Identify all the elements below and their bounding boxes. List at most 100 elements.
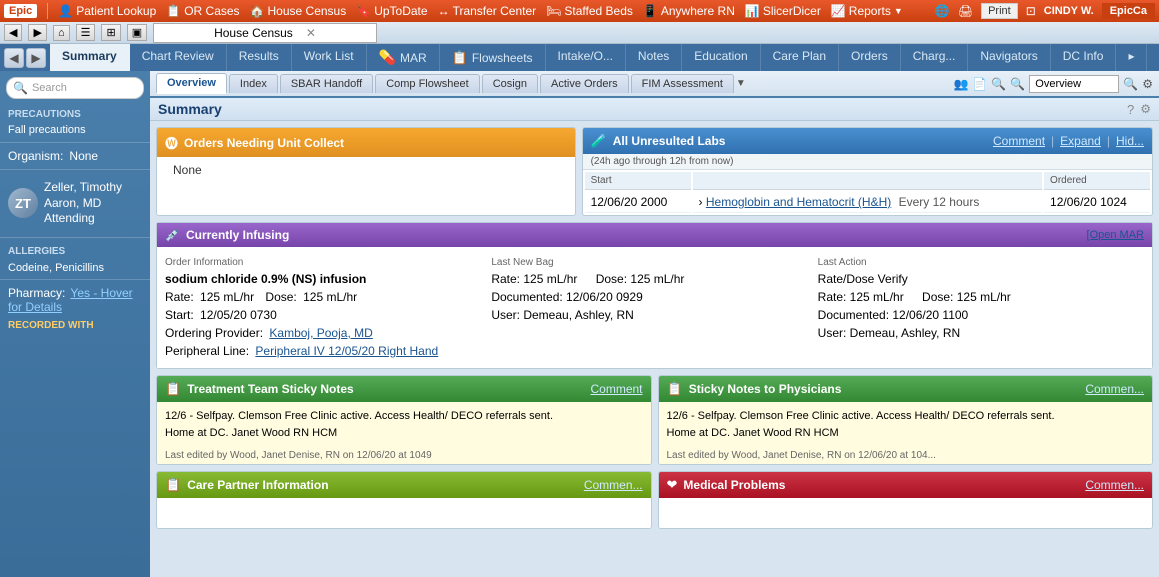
help-icon[interactable]: ? <box>1127 102 1134 117</box>
labs-table: Start Ordered 12/06/20 2000 › Hemoglobin… <box>583 170 1152 215</box>
physician-icon: 📋 <box>667 381 683 397</box>
subtab-sbar[interactable]: SBAR Handoff <box>280 74 373 93</box>
labs-test-link[interactable]: Hemoglobin and Hematocrit (H&H) <box>706 195 891 209</box>
view-search-input[interactable] <box>1029 75 1119 93</box>
nav-reports[interactable]: 📈 Reports ▼ <box>831 4 903 18</box>
subtab-fim[interactable]: FIM Assessment <box>631 74 734 93</box>
subtab-comp-flowsheet[interactable]: Comp Flowsheet <box>375 74 480 93</box>
tab-more[interactable]: ▸ <box>1116 44 1147 71</box>
second-toolbar: ◀ ▶ ⌂ ☰ ⊞ ▣ House Census ✕ <box>0 22 1159 44</box>
last-action-type: Rate/Dose Verify <box>818 270 1134 288</box>
close-tab-icon[interactable]: ✕ <box>306 26 316 40</box>
tab-flowsheets[interactable]: 📋Flowsheets <box>440 44 546 71</box>
labs-comment-link[interactable]: Comment <box>993 134 1045 148</box>
tab-back-arrow[interactable]: ◀ <box>4 48 24 68</box>
divider-1 <box>0 142 150 143</box>
tab-summary[interactable]: Summary <box>50 44 130 71</box>
window-button[interactable]: ▣ <box>127 24 147 41</box>
physician-comment-link[interactable]: Commen... <box>1085 382 1144 396</box>
orders-unit-collect-card: 🅦 Orders Needing Unit Collect None <box>156 127 576 216</box>
forward-button[interactable]: ▶ <box>28 24 46 41</box>
tab-nav-arrows: ◀ ▶ <box>0 44 50 71</box>
care-partner-header: 📋 Care Partner Information Commen... <box>157 472 651 498</box>
labs-card: 🧪 All Unresulted Labs Comment | Expand |… <box>582 127 1153 216</box>
transfer-icon: ↔ <box>438 4 450 18</box>
labs-hide-link[interactable]: Hid... <box>1116 134 1144 148</box>
search-icon: 🔍 <box>13 81 28 95</box>
rate-dose-row: Rate: 125 mL/hr Dose: 125 mL/hr <box>165 288 481 306</box>
tab-mar[interactable]: 💊MAR <box>367 44 440 71</box>
tab-results[interactable]: Results <box>227 44 292 71</box>
subtab-overview[interactable]: Overview <box>156 73 227 94</box>
people-icon: 👥 <box>953 77 968 91</box>
pharmacy-row: Pharmacy: Yes - Hover for Details <box>0 284 150 316</box>
sidebar: 🔍 Search PRECAUTIONS Fall precautions Or… <box>0 71 150 577</box>
patient-tab[interactable]: House Census ✕ <box>153 23 377 43</box>
tab-dc-info[interactable]: DC Info <box>1051 44 1117 71</box>
subtab-cosign[interactable]: Cosign <box>482 74 538 93</box>
nav-transfer-center[interactable]: ↔ Transfer Center <box>438 4 537 18</box>
medical-problems-body <box>659 498 1153 528</box>
epic-logo[interactable]: Epic <box>4 4 37 18</box>
last-bag-documented: Documented: 12/06/20 0929 <box>491 288 807 306</box>
last-bag-user: User: Demeau, Ashley, RN <box>491 306 807 324</box>
provider-link[interactable]: Kamboj, Pooja, MD <box>269 326 372 340</box>
labs-card-header: 🧪 All Unresulted Labs Comment | Expand |… <box>583 128 1152 154</box>
open-mar-link[interactable]: [Open MAR <box>1087 229 1144 241</box>
subtab-index[interactable]: Index <box>229 74 278 93</box>
orders-card-title: Orders Needing Unit Collect <box>184 136 344 150</box>
house-icon: 🏠 <box>250 4 265 18</box>
medical-problems-comment-link[interactable]: Commen... <box>1085 478 1144 492</box>
labs-expand-link[interactable]: Expand <box>1060 134 1101 148</box>
view-search-button[interactable]: 🔍 <box>1123 77 1138 91</box>
care-partner-comment-link[interactable]: Commen... <box>584 478 643 492</box>
page-title-bar: Summary ? ⚙ <box>150 98 1159 121</box>
search-placeholder: Search <box>32 82 67 94</box>
nav-staffed-beds[interactable]: 🛏 Staffed Beds <box>546 4 633 18</box>
nav-anywhere-rn[interactable]: 📱 Anywhere RN <box>643 4 735 18</box>
nav-patient-lookup[interactable]: 👤 Patient Lookup <box>58 4 156 18</box>
line-row: Peripheral Line: Peripheral IV 12/05/20 … <box>165 342 481 360</box>
labs-table-row: 12/06/20 2000 › Hemoglobin and Hematocri… <box>585 192 1150 213</box>
medical-problems-icon: ❤ <box>667 477 678 493</box>
sticky-notes-row: 📋 Treatment Team Sticky Notes Comment 12… <box>156 375 1153 465</box>
nav-uptodate[interactable]: 🔖 UpToDate <box>356 4 427 18</box>
precautions-label: PRECAUTIONS <box>0 105 150 122</box>
last-action-rate-dose: Rate: 125 mL/hr Dose: 125 mL/hr <box>818 288 1134 306</box>
settings-icon[interactable]: ⚙ <box>1142 77 1153 91</box>
fim-dropdown-icon[interactable]: ▼ <box>736 78 746 89</box>
bookmark-icon: 🔖 <box>356 4 371 18</box>
tab-education[interactable]: Education <box>682 44 760 71</box>
tab-forward-arrow[interactable]: ▶ <box>26 48 46 68</box>
tab-orders[interactable]: Orders <box>839 44 901 71</box>
grid-button[interactable]: ⊞ <box>101 24 120 41</box>
list-button[interactable]: ☰ <box>76 24 96 41</box>
print-button[interactable]: Print <box>981 3 1018 19</box>
title-bar-actions: ? ⚙ <box>1127 102 1151 117</box>
tab-chart-review[interactable]: Chart Review <box>130 44 227 71</box>
care-partner-icon: 📋 <box>165 477 181 493</box>
home-button[interactable]: ⌂ <box>53 25 70 41</box>
back-button[interactable]: ◀ <box>4 24 22 41</box>
physician-sticky-body: 12/6 - Selfpay. Clemson Free Clinic acti… <box>659 402 1153 447</box>
tab-navigators[interactable]: Navigators <box>968 44 1050 71</box>
care-partner-card: 📋 Care Partner Information Commen... <box>156 471 652 529</box>
nav-or-cases[interactable]: 📋 OR Cases <box>166 4 239 18</box>
subtab-active-orders[interactable]: Active Orders <box>540 74 629 93</box>
line-link[interactable]: Peripheral IV 12/05/20 Right Hand <box>255 344 438 358</box>
summary-content: 🅦 Orders Needing Unit Collect None 🧪 All… <box>150 121 1159 577</box>
sidebar-search-box[interactable]: 🔍 Search <box>6 77 144 99</box>
tab-care-plan[interactable]: Care Plan <box>761 44 839 71</box>
tab-intake[interactable]: Intake/O... <box>546 44 626 71</box>
nav-house-census[interactable]: 🏠 House Census <box>250 4 347 18</box>
infusion-col-order: Order Information sodium chloride 0.9% (… <box>165 255 491 360</box>
tab-work-list[interactable]: Work List <box>292 44 367 71</box>
allergies-value: Codeine, Penicillins <box>0 261 150 275</box>
settings2-icon[interactable]: ⚙ <box>1140 102 1151 116</box>
precautions-value: Fall precautions <box>0 122 150 138</box>
order-info-label: Order Information <box>165 255 481 270</box>
tab-charges[interactable]: Charg... <box>901 44 969 71</box>
nav-slicerdicer[interactable]: 📊 SlicerDicer <box>745 4 821 18</box>
tab-notes[interactable]: Notes <box>626 44 682 71</box>
treatment-comment-link[interactable]: Comment <box>590 382 642 396</box>
